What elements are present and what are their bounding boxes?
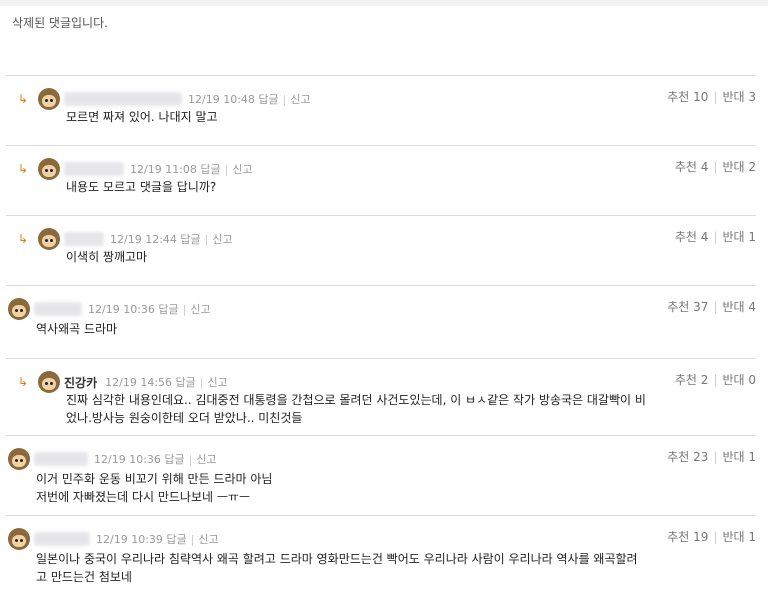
avatar[interactable] bbox=[8, 448, 30, 470]
report-button[interactable]: 신고 bbox=[196, 453, 216, 466]
vote-area: 추천 23 | 반대 1 bbox=[667, 450, 756, 464]
upvote-count: 19 bbox=[693, 530, 709, 544]
downvote-count: 1 bbox=[748, 450, 756, 464]
downvote-count: 2 bbox=[748, 160, 756, 174]
downvote-count: 3 bbox=[748, 90, 756, 104]
reply-button[interactable]: 답글 bbox=[258, 93, 278, 106]
comment-text: 일본이나 중국이 우리나라 침략역사 왜곡 할려고 드라마 영화만드는건 빡어도… bbox=[36, 552, 638, 584]
upvote-count: 4 bbox=[700, 230, 709, 244]
report-button[interactable]: 신고 bbox=[208, 376, 228, 389]
reply-button[interactable]: 답글 bbox=[158, 303, 178, 316]
upvote-count: 4 bbox=[700, 160, 709, 174]
downvote-button[interactable]: 반대 0 bbox=[722, 373, 756, 387]
upvote-count: 2 bbox=[700, 373, 709, 387]
upvote-count: 10 bbox=[693, 90, 709, 104]
comment-text: 모르면 짜져 있어. 나대지 말고 bbox=[66, 110, 218, 124]
nickname-blurred bbox=[34, 302, 82, 316]
reply-arrow-icon: ↳ bbox=[17, 92, 29, 106]
report-button[interactable]: 신고 bbox=[212, 233, 232, 246]
top-divider bbox=[0, 0, 768, 6]
reply-button[interactable]: 답글 bbox=[176, 376, 196, 389]
comment-nickname[interactable]: 진강카 bbox=[64, 374, 97, 391]
vote-area: 추천 2 | 반대 0 bbox=[674, 373, 756, 387]
avatar[interactable] bbox=[8, 528, 30, 550]
comment-text: 역사왜곡 드라마 bbox=[36, 322, 118, 336]
avatar[interactable] bbox=[38, 228, 60, 250]
comment-time: 12/19 10:36 bbox=[88, 303, 155, 316]
comment-text: 진짜 심각한 내용인데요.. 김대중전 대통령을 간첩으로 몰려던 사건도있는데… bbox=[66, 393, 646, 425]
nickname-blurred bbox=[64, 162, 124, 176]
downvote-count: 0 bbox=[748, 373, 756, 387]
nickname-blurred bbox=[64, 92, 182, 106]
downvote-count: 4 bbox=[748, 300, 756, 314]
downvote-button[interactable]: 반대 1 bbox=[722, 230, 756, 244]
downvote-button[interactable]: 반대 1 bbox=[722, 450, 756, 464]
upvote-button[interactable]: 추천 37 bbox=[667, 300, 708, 314]
report-button[interactable]: 신고 bbox=[190, 303, 210, 316]
reply-button[interactable]: 답글 bbox=[166, 533, 186, 546]
reply-button[interactable]: 답글 bbox=[164, 453, 184, 466]
comment-item: 12/19 10:39 답글 | 신고 추천 19 | 반대 1 일본이나 중국이 우리… bbox=[6, 515, 756, 599]
comment-time: 12/19 14:56 bbox=[105, 376, 173, 389]
comment-item: ↳ 12/19 12:44 답글 | 신고 추천 4 | 반대 1 이색히 짱깨고마 bbox=[6, 215, 756, 286]
upvote-count: 37 bbox=[693, 300, 709, 314]
comment-time: 12/19 10:48 bbox=[188, 93, 255, 106]
reply-arrow-icon: ↳ bbox=[17, 375, 29, 389]
comment-item: 12/19 10:36 답글 | 신고 추천 23 | 반대 1 이거 민주화 운동 비… bbox=[6, 435, 756, 516]
deleted-comment-notice: 삭제된 댓글입니다. bbox=[12, 16, 108, 30]
upvote-count: 23 bbox=[693, 450, 709, 464]
vote-area: 추천 4 | 반대 1 bbox=[674, 230, 756, 244]
comment-item: ↳ 12/19 11:08 답글 | 신고 추천 4 | 반대 2 내용도 모르고 댓글… bbox=[6, 145, 756, 216]
vote-area: 추천 19 | 반대 1 bbox=[667, 530, 756, 544]
upvote-button[interactable]: 추천 2 bbox=[675, 373, 709, 387]
comment-time: 12/19 11:08 bbox=[130, 163, 197, 176]
report-button[interactable]: 신고 bbox=[198, 533, 218, 546]
avatar[interactable] bbox=[38, 158, 60, 180]
comment-item: 12/19 10:36 답글 | 신고 추천 37 | 반대 4 역사왜곡 드라마 bbox=[6, 285, 756, 359]
nickname-blurred bbox=[34, 452, 88, 466]
reply-arrow-icon: ↳ bbox=[17, 232, 29, 246]
comment-time: 12/19 12:44 bbox=[110, 233, 177, 246]
comment-text: 내용도 모르고 댓글을 답니까? bbox=[66, 180, 217, 194]
report-button[interactable]: 신고 bbox=[290, 93, 310, 106]
downvote-button[interactable]: 반대 1 bbox=[722, 530, 756, 544]
comment-text: 이거 민주화 운동 비꼬기 위해 만든 드라마 아님 저번에 자빠졌는데 다시 … bbox=[36, 472, 273, 504]
reply-button[interactable]: 답글 bbox=[180, 233, 200, 246]
nickname-blurred bbox=[34, 532, 90, 546]
downvote-count: 1 bbox=[748, 530, 756, 544]
nickname-blurred bbox=[64, 232, 104, 246]
vote-area: 추천 4 | 반대 2 bbox=[674, 160, 756, 174]
report-button[interactable]: 신고 bbox=[232, 163, 252, 176]
upvote-button[interactable]: 추천 19 bbox=[667, 530, 708, 544]
downvote-button[interactable]: 반대 3 bbox=[722, 90, 756, 104]
avatar[interactable] bbox=[8, 298, 30, 320]
downvote-button[interactable]: 반대 2 bbox=[722, 160, 756, 174]
upvote-button[interactable]: 추천 4 bbox=[675, 160, 709, 174]
reply-arrow-icon: ↳ bbox=[17, 162, 29, 176]
upvote-button[interactable]: 추천 4 bbox=[675, 230, 709, 244]
downvote-count: 1 bbox=[748, 230, 756, 244]
comment-item: ↳ 진강카 12/19 14:56 답글 | 신고 추천 2 | 반대 0 진짜 심각한… bbox=[6, 358, 756, 436]
vote-area: 추천 10 | 반대 3 bbox=[667, 90, 756, 104]
reply-button[interactable]: 답글 bbox=[200, 163, 220, 176]
upvote-button[interactable]: 추천 10 bbox=[667, 90, 708, 104]
avatar[interactable] bbox=[38, 88, 60, 110]
vote-area: 추천 37 | 반대 4 bbox=[667, 300, 756, 314]
comment-item: ↳ 12/19 10:48 답글 | 신고 추천 10 | 반대 3 모르면 짜져 있어… bbox=[6, 75, 756, 146]
comment-time: 12/19 10:39 bbox=[96, 533, 163, 546]
upvote-button[interactable]: 추천 23 bbox=[667, 450, 708, 464]
downvote-button[interactable]: 반대 4 bbox=[722, 300, 756, 314]
avatar[interactable] bbox=[38, 371, 60, 393]
comment-time: 12/19 10:36 bbox=[94, 453, 161, 466]
comment-text: 이색히 짱깨고마 bbox=[66, 250, 148, 264]
